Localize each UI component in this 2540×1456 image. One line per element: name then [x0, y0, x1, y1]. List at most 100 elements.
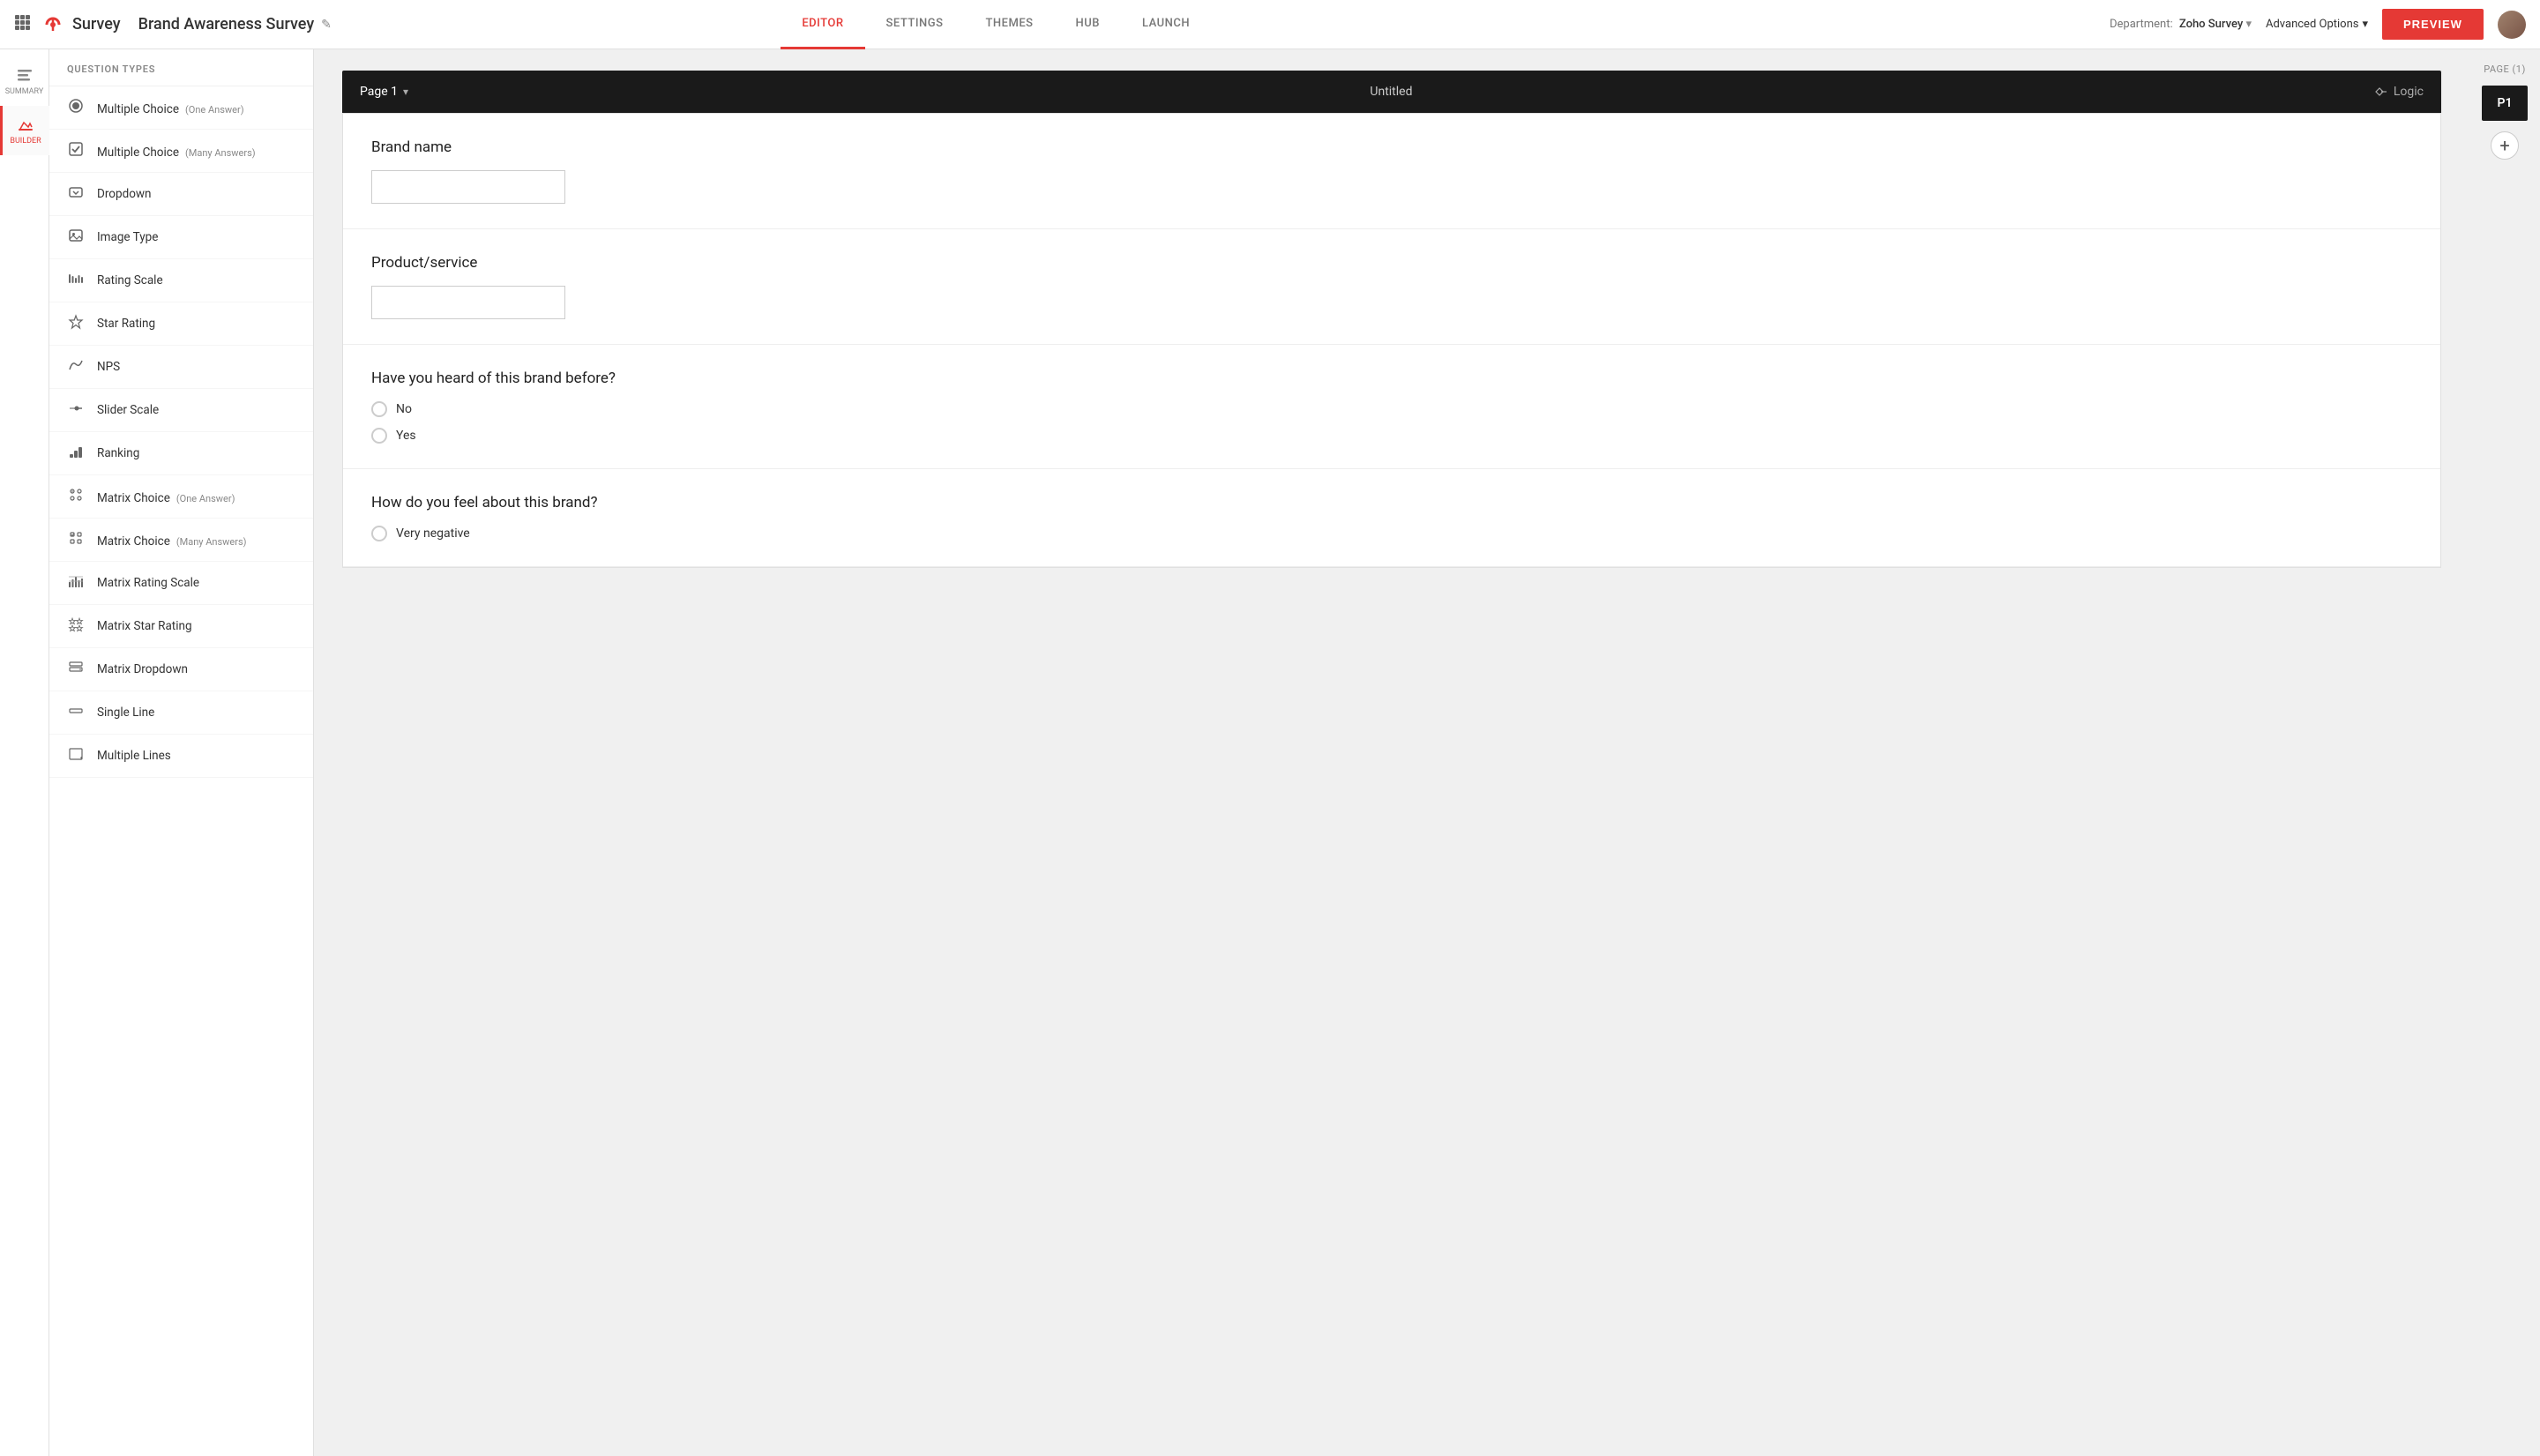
page-1-thumbnail[interactable]: P1 — [2482, 86, 2528, 121]
icon-bar: SUMMARY BUILDER — [0, 49, 49, 1456]
question-1-input[interactable] — [371, 170, 565, 204]
survey-title: Brand Awareness Survey ✎ — [138, 15, 332, 34]
sidebar-item-multiple-choice-one[interactable]: Multiple Choice (One Answer) — [49, 86, 313, 130]
question-2-input[interactable] — [371, 286, 565, 319]
sidebar-item-builder[interactable]: BUILDER — [0, 106, 49, 155]
sidebar-item-multiple-lines[interactable]: Multiple Lines — [49, 735, 313, 778]
top-nav: Survey Brand Awareness Survey ✎ EDITOR S… — [0, 0, 2540, 49]
multiple-lines-label: Multiple Lines — [97, 749, 171, 763]
rating-scale-label: Rating Scale — [97, 273, 163, 287]
matrix-dropdown-label: Matrix Dropdown — [97, 662, 188, 676]
star-icon — [67, 314, 85, 333]
matrix-rating-scale-label: Matrix Rating Scale — [97, 576, 199, 590]
page-label: PAGE (1) — [2484, 63, 2526, 75]
multiple-choice-many-label: Multiple Choice (Many Answers) — [97, 143, 256, 160]
tab-launch[interactable]: LAUNCH — [1121, 0, 1211, 49]
radio-very-negative[interactable] — [371, 526, 387, 541]
sidebar-item-matrix-choice-one[interactable]: Matrix Choice (One Answer) — [49, 475, 313, 519]
page-untitled: Untitled — [1370, 85, 1412, 99]
nav-tabs: EDITOR SETTINGS THEMES HUB LAUNCH — [781, 0, 1211, 49]
matrix-choice-many-icon — [67, 530, 85, 549]
question-3-block: Have you heard of this brand before? No … — [343, 345, 2440, 469]
radio-no[interactable] — [371, 401, 387, 417]
question-3-text: Have you heard of this brand before? — [371, 370, 2412, 387]
image-icon — [67, 228, 85, 247]
list-item[interactable]: Yes — [371, 428, 2412, 444]
tab-hub[interactable]: HUB — [1055, 0, 1121, 49]
content-area: Page 1 ▾ Untitled Logic Brand name — [314, 49, 2540, 1456]
add-page-button[interactable]: + — [2491, 131, 2519, 160]
single-line-icon — [67, 703, 85, 722]
main-layout: SUMMARY BUILDER QUESTION TYPES Multiple … — [0, 49, 2540, 1456]
edit-title-icon[interactable]: ✎ — [321, 18, 332, 32]
radio-icon — [67, 98, 85, 117]
matrix-dropdown-icon — [67, 660, 85, 679]
sidebar-item-slider-scale[interactable]: Slider Scale — [49, 389, 313, 432]
ranking-icon — [67, 444, 85, 463]
sidebar-item-star-rating[interactable]: Star Rating — [49, 302, 313, 346]
sidebar-item-matrix-star-rating[interactable]: Matrix Star Rating — [49, 605, 313, 648]
nps-label: NPS — [97, 360, 120, 374]
tab-settings[interactable]: SETTINGS — [865, 0, 965, 49]
matrix-choice-many-label: Matrix Choice (Many Answers) — [97, 532, 246, 549]
option-yes-label: Yes — [396, 429, 416, 443]
list-item[interactable]: No — [371, 401, 2412, 417]
sidebar: QUESTION TYPES Multiple Choice (One Answ… — [49, 49, 314, 1456]
option-no-label: No — [396, 402, 412, 416]
slider-scale-label: Slider Scale — [97, 403, 159, 417]
logic-button[interactable]: Logic — [2374, 85, 2424, 99]
slider-icon — [67, 400, 85, 420]
question-2-block: Product/service — [343, 229, 2440, 345]
right-panel: PAGE (1) P1 + — [2469, 49, 2540, 1456]
matrix-choice-one-icon — [67, 487, 85, 506]
user-avatar[interactable] — [2498, 11, 2526, 39]
tab-themes[interactable]: THEMES — [964, 0, 1054, 49]
page-header-bar: Page 1 ▾ Untitled Logic — [342, 71, 2441, 113]
matrix-choice-one-label: Matrix Choice (One Answer) — [97, 489, 235, 505]
option-very-negative-label: Very negative — [396, 526, 470, 541]
sidebar-item-image-type[interactable]: Image Type — [49, 216, 313, 259]
preview-button[interactable]: PREVIEW — [2382, 9, 2484, 40]
sidebar-item-matrix-dropdown[interactable]: Matrix Dropdown — [49, 648, 313, 691]
sidebar-item-matrix-choice-many[interactable]: Matrix Choice (Many Answers) — [49, 519, 313, 562]
tab-editor[interactable]: EDITOR — [781, 0, 864, 49]
question-4-block: How do you feel about this brand? Very n… — [343, 469, 2440, 567]
matrix-rating-scale-icon — [67, 573, 85, 593]
nps-icon — [67, 357, 85, 377]
sidebar-item-single-line[interactable]: Single Line — [49, 691, 313, 735]
multiple-lines-icon — [67, 746, 85, 765]
question-2-text: Product/service — [371, 254, 2412, 272]
grid-icon[interactable] — [14, 14, 30, 34]
sidebar-header: QUESTION TYPES — [49, 49, 313, 86]
image-type-label: Image Type — [97, 230, 158, 244]
nav-right: Department: Zoho Survey ▾ Advanced Optio… — [2110, 9, 2526, 40]
page-dropdown[interactable]: Page 1 ▾ — [360, 85, 408, 99]
sidebar-item-dropdown[interactable]: Dropdown — [49, 173, 313, 216]
builder-label: BUILDER — [10, 137, 41, 146]
department-label: Department: Zoho Survey ▾ — [2110, 18, 2252, 31]
question-1-block: Brand name — [343, 114, 2440, 229]
matrix-star-rating-icon — [67, 616, 85, 636]
question-1-text: Brand name — [371, 138, 2412, 156]
radio-yes[interactable] — [371, 428, 387, 444]
sidebar-item-multiple-choice-many[interactable]: Multiple Choice (Many Answers) — [49, 130, 313, 173]
summary-label: SUMMARY — [5, 87, 44, 96]
sidebar-item-matrix-rating-scale[interactable]: Matrix Rating Scale — [49, 562, 313, 605]
survey-canvas: Page 1 ▾ Untitled Logic Brand name — [314, 49, 2469, 1456]
sidebar-item-rating-scale[interactable]: Rating Scale — [49, 259, 313, 302]
app-logo: Survey — [41, 12, 121, 37]
sidebar-item-summary[interactable]: SUMMARY — [0, 56, 49, 106]
question-4-options: Very negative — [371, 526, 2412, 541]
single-line-label: Single Line — [97, 706, 154, 720]
matrix-star-rating-label: Matrix Star Rating — [97, 619, 192, 633]
advanced-options-button[interactable]: Advanced Options ▾ — [2266, 18, 2368, 31]
ranking-label: Ranking — [97, 446, 139, 460]
sidebar-item-ranking[interactable]: Ranking — [49, 432, 313, 475]
multiple-choice-one-label: Multiple Choice (One Answer) — [97, 100, 244, 116]
survey-card: Brand name Product/service Have you hear… — [342, 113, 2441, 568]
sidebar-item-nps[interactable]: NPS — [49, 346, 313, 389]
dropdown-icon — [67, 184, 85, 204]
checkbox-icon — [67, 141, 85, 161]
list-item[interactable]: Very negative — [371, 526, 2412, 541]
dropdown-label: Dropdown — [97, 187, 152, 201]
